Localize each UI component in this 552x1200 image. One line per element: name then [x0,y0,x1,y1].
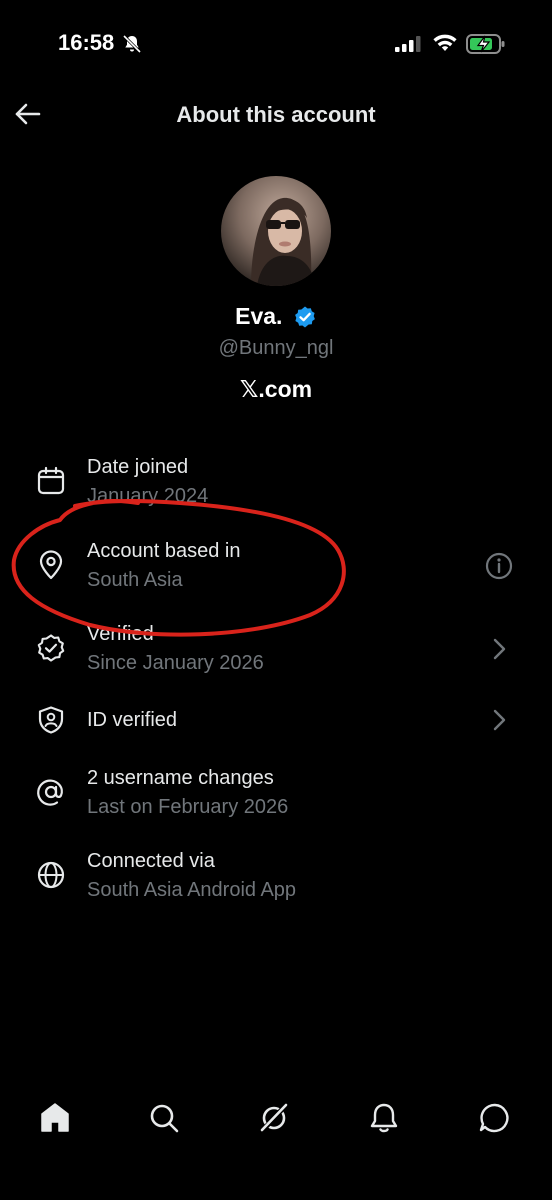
profile-name: Eva. [235,303,283,329]
location-pin-icon [39,550,63,580]
verified-badge-icon [37,634,65,662]
header: About this account [0,90,552,142]
messages-icon[interactable] [477,1100,513,1136]
profile-name-row: Eva. [0,303,552,330]
chevron-right-icon [493,638,506,660]
detail-label: 2 username changes [87,767,274,789]
bottom-tab-bar [0,1090,552,1150]
battery-charging-icon [466,34,505,54]
status-bar: 16:58 [0,0,552,80]
notifications-icon[interactable] [366,1100,402,1136]
verified-badge-icon [294,306,315,327]
detail-row-username-changes: 2 username changes Last on February 2026 [0,763,552,823]
detail-row-verified[interactable]: Verified Since January 2026 [0,619,552,679]
home-icon[interactable] [37,1100,73,1136]
avatar[interactable] [221,176,331,286]
search-icon[interactable] [146,1100,182,1136]
detail-label: Date joined [87,456,189,478]
at-sign-icon [37,779,63,806]
detail-label: Verified [87,623,154,645]
detail-row-connected-via: Connected via South Asia Android App [0,846,552,906]
grok-icon[interactable] [256,1100,292,1136]
detail-row-account-based-in: Account based in South Asia [0,536,552,596]
wifi-icon [433,34,457,51]
calendar-icon [37,466,65,495]
status-time: 16:58 [58,30,115,55]
detail-value: South Asia [87,569,183,591]
detail-value: South Asia Android App [87,879,297,901]
detail-value: Since January 2026 [87,652,264,674]
detail-row-id-verified[interactable]: ID verified [0,690,552,750]
info-icon[interactable] [484,551,514,581]
detail-label: ID verified [87,709,178,731]
avatar-image [221,176,331,286]
globe-icon [37,861,65,889]
chevron-right-icon [493,709,506,731]
detail-value: January 2024 [87,485,209,507]
detail-row-date-joined: Date joined January 2024 [0,452,552,512]
profile-handle: @Bunny_ngl [218,337,334,359]
page-title: About this account [176,102,376,127]
bell-slash-icon [122,34,142,54]
detail-label: Account based in [87,540,241,562]
detail-label: Connected via [87,850,215,872]
id-shield-icon [38,706,64,734]
profile-site: 𝕏.com [239,376,313,402]
signal-icon [395,36,421,52]
detail-value: Last on February 2026 [87,796,289,818]
